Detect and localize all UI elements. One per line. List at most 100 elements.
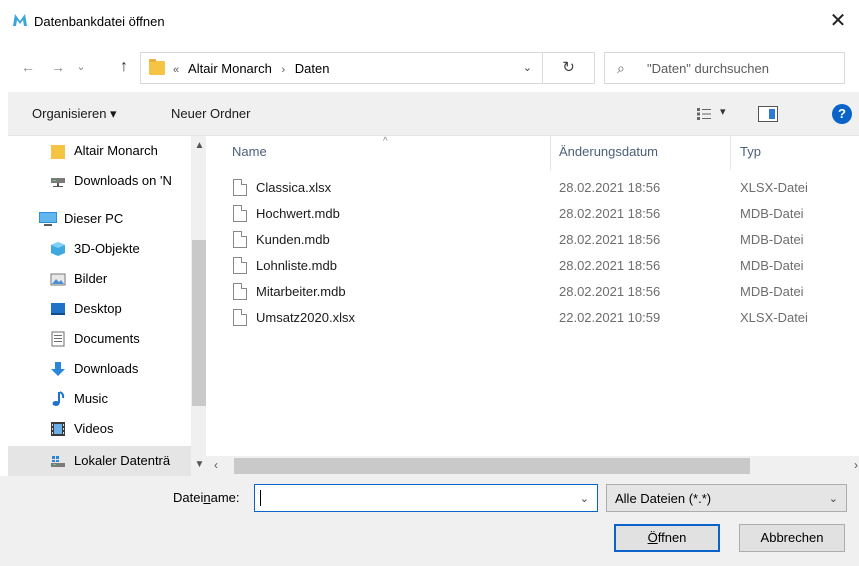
sidebar-item-label: Documents bbox=[74, 331, 140, 346]
refresh-button[interactable]: ↻ bbox=[543, 52, 595, 84]
filename-label-part: Datei bbox=[173, 490, 204, 505]
file-date: 28.02.2021 18:56 bbox=[559, 232, 661, 247]
help-icon[interactable]: ? bbox=[832, 104, 852, 124]
breadcrumb-separator-icon[interactable]: › bbox=[281, 64, 285, 76]
scrollbar-thumb[interactable] bbox=[192, 240, 206, 406]
document-icon bbox=[233, 309, 247, 326]
view-options-icon[interactable] bbox=[697, 108, 711, 120]
folder-icon bbox=[149, 59, 165, 75]
file-name: Kunden.mdb bbox=[256, 232, 330, 247]
sidebar-item-label: Bilder bbox=[74, 271, 108, 286]
filename-field[interactable]: ⌄ bbox=[254, 484, 598, 512]
sidebar-item-downloads[interactable]: Downloads bbox=[8, 354, 188, 384]
window-title: Datenbankdatei öffnen bbox=[34, 14, 165, 29]
address-bar[interactable]: « Altair Monarch › Daten ⌄ bbox=[140, 52, 543, 84]
sidebar-item-desktop[interactable]: Desktop bbox=[8, 294, 188, 324]
documents-icon bbox=[51, 331, 65, 347]
file-type: MDB-Datei bbox=[740, 258, 804, 273]
preview-pane-icon[interactable] bbox=[758, 106, 778, 122]
file-name: Lohnliste.mdb bbox=[256, 258, 337, 273]
dialog-footer: Dateiname: ⌄ Alle Dateien (*.*) ⌄ Öffnen… bbox=[0, 476, 859, 566]
sidebar-item-3d-objects[interactable]: 3D-Objekte bbox=[8, 234, 188, 264]
chevron-down-icon[interactable]: ⌄ bbox=[523, 61, 532, 74]
file-type: MDB-Datei bbox=[740, 284, 804, 299]
scroll-up-icon[interactable]: ▲ bbox=[191, 140, 206, 151]
close-button[interactable]: ✕ bbox=[826, 9, 850, 33]
back-button[interactable]: ← bbox=[18, 57, 38, 77]
column-divider[interactable] bbox=[550, 136, 551, 170]
file-list-scrollbar[interactable]: ‹ › bbox=[206, 456, 859, 476]
document-icon bbox=[233, 179, 247, 196]
sidebar-item-downloads-network[interactable]: Downloads on 'N bbox=[8, 166, 188, 196]
file-name: Classica.xlsx bbox=[256, 180, 332, 195]
sidebar-item-documents[interactable]: Documents bbox=[8, 324, 188, 354]
column-header-name[interactable]: Name bbox=[232, 144, 267, 159]
forward-button[interactable]: → bbox=[48, 57, 68, 77]
text-caret bbox=[260, 490, 261, 506]
file-type: MDB-Datei bbox=[740, 232, 804, 247]
sidebar-item-label: Videos bbox=[74, 421, 114, 436]
sort-ascending-icon: ^ bbox=[383, 136, 388, 147]
filename-input[interactable] bbox=[261, 486, 571, 510]
command-bar: Organisieren ▾ Neuer Ordner ▾ ? bbox=[8, 92, 859, 136]
column-header-date[interactable]: Änderungsdatum bbox=[559, 144, 658, 159]
file-date: 28.02.2021 18:56 bbox=[559, 206, 661, 221]
music-icon bbox=[52, 391, 65, 406]
file-list: ^ Name Änderungsdatum Typ Classica.xlsx … bbox=[206, 136, 859, 456]
file-type: MDB-Datei bbox=[740, 206, 804, 221]
view-dropdown-icon[interactable]: ▾ bbox=[720, 105, 726, 118]
sidebar-item-pictures[interactable]: Bilder bbox=[8, 264, 188, 294]
document-icon bbox=[233, 283, 247, 300]
organize-button[interactable]: Organisieren ▾ bbox=[32, 106, 117, 122]
sidebar-item-label: Downloads on 'N bbox=[74, 173, 172, 188]
breadcrumb-item[interactable]: Daten bbox=[295, 61, 330, 76]
file-name: Hochwert.mdb bbox=[256, 206, 340, 221]
sidebar-item-videos[interactable]: Videos bbox=[8, 414, 188, 444]
sidebar-item-label: Dieser PC bbox=[64, 211, 124, 226]
column-header-type[interactable]: Typ bbox=[740, 144, 761, 159]
search-placeholder: "Daten" durchsuchen bbox=[647, 61, 769, 76]
chevron-down-icon[interactable]: ⌄ bbox=[580, 492, 589, 505]
scroll-right-icon[interactable]: › bbox=[854, 458, 858, 472]
column-divider[interactable] bbox=[730, 136, 731, 170]
open-button[interactable]: Öffnen bbox=[614, 524, 720, 552]
sidebar-item-local-drive[interactable]: Lokaler Datenträ bbox=[8, 446, 191, 476]
file-row[interactable]: Umsatz2020.xlsx 22.02.2021 10:59 XLSX-Da… bbox=[226, 304, 859, 330]
breadcrumb: « Altair Monarch › Daten bbox=[173, 61, 335, 76]
sidebar-item-altair-monarch[interactable]: Altair Monarch bbox=[8, 136, 188, 166]
up-button[interactable]: ↑ bbox=[114, 57, 134, 77]
file-type-filter[interactable]: Alle Dateien (*.*) ⌄ bbox=[606, 484, 847, 512]
file-name: Mitarbeiter.mdb bbox=[256, 284, 346, 299]
file-row[interactable]: Hochwert.mdb 28.02.2021 18:56 MDB-Datei bbox=[226, 200, 859, 226]
breadcrumb-overflow[interactable]: « bbox=[173, 64, 179, 76]
sidebar-item-music[interactable]: Music bbox=[8, 384, 188, 414]
file-date: 22.02.2021 10:59 bbox=[559, 310, 661, 325]
file-row[interactable]: Kunden.mdb 28.02.2021 18:56 MDB-Datei bbox=[226, 226, 859, 252]
videos-icon bbox=[51, 422, 65, 436]
breadcrumb-item[interactable]: Altair Monarch bbox=[188, 61, 272, 76]
navigation-pane: Altair Monarch Downloads on 'N Dieser PC… bbox=[8, 136, 206, 476]
file-row[interactable]: Mitarbeiter.mdb 28.02.2021 18:56 MDB-Dat… bbox=[226, 278, 859, 304]
3d-objects-icon bbox=[51, 242, 65, 256]
chevron-down-icon[interactable]: ⌄ bbox=[829, 492, 838, 505]
filename-label-accesskey: n bbox=[203, 490, 211, 505]
monarch-logo-icon bbox=[13, 14, 27, 26]
recent-locations-button[interactable]: ⌄ bbox=[74, 57, 88, 77]
open-button-label: ffnen bbox=[657, 530, 687, 545]
file-row[interactable]: Lohnliste.mdb 28.02.2021 18:56 MDB-Datei bbox=[226, 252, 859, 278]
search-input[interactable]: ⌕ "Daten" durchsuchen bbox=[604, 52, 845, 84]
file-row[interactable]: Classica.xlsx 28.02.2021 18:56 XLSX-Date… bbox=[226, 174, 859, 200]
scroll-down-icon[interactable]: ▼ bbox=[191, 459, 206, 470]
sidebar-item-this-pc[interactable]: Dieser PC bbox=[8, 204, 188, 234]
navigation-bar: ← → ⌄ ↑ « Altair Monarch › Daten ⌄ ↻ ⌕ "… bbox=[0, 44, 859, 90]
scrollbar-thumb[interactable] bbox=[234, 458, 750, 474]
file-name: Umsatz2020.xlsx bbox=[256, 310, 355, 325]
pictures-icon bbox=[50, 273, 66, 286]
cancel-button[interactable]: Abbrechen bbox=[739, 524, 845, 552]
new-folder-button[interactable]: Neuer Ordner bbox=[171, 106, 250, 121]
file-date: 28.02.2021 18:56 bbox=[559, 180, 661, 195]
sidebar-item-label: Music bbox=[74, 391, 108, 406]
sidebar-scrollbar[interactable]: ▲ ▼ bbox=[191, 136, 206, 476]
file-type: XLSX-Datei bbox=[740, 310, 808, 325]
scroll-left-icon[interactable]: ‹ bbox=[214, 458, 218, 472]
